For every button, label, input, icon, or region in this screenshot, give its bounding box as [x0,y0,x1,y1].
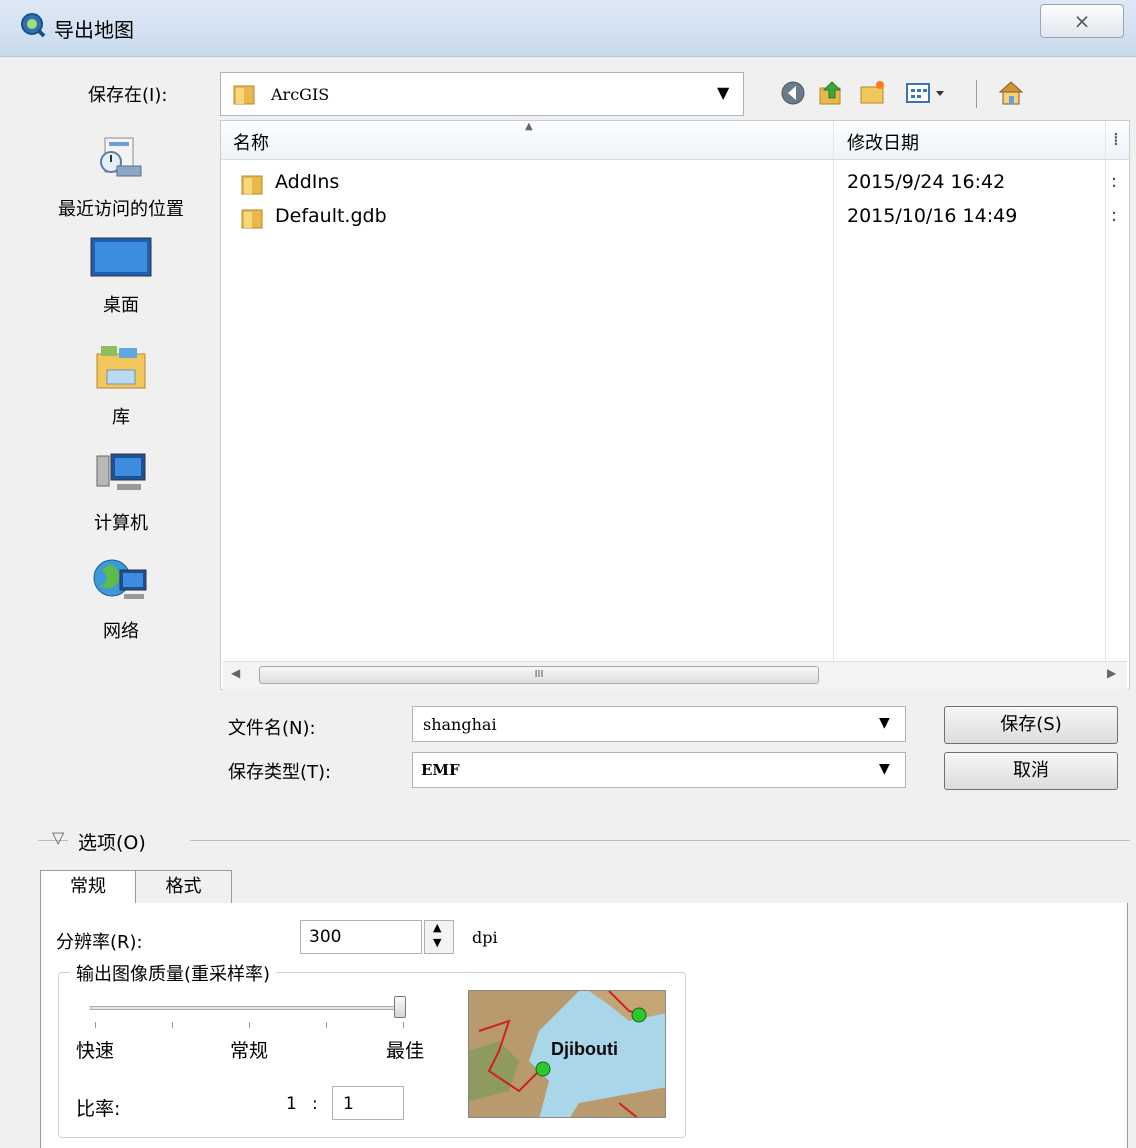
desktop-icon [90,237,152,277]
sort-arrow-icon: ▲ [525,121,533,132]
file-date: 2015/10/16 14:49 [847,205,1018,227]
map-preview: Djibouti [468,990,666,1118]
column-date-modified[interactable]: 修改日期 [847,129,919,155]
quality-mark-fast: 快速 [76,1040,115,1062]
chevron-down-icon: ▼ [879,761,890,777]
file-name: AddIns [275,171,340,193]
view-menu-icon[interactable] [904,78,950,108]
resolution-label: 分辨率(R): [56,932,143,953]
network-icon [93,559,147,599]
place-label: 网络 [103,621,139,642]
tab-format[interactable]: 格式 [136,870,232,904]
back-icon[interactable] [778,78,808,108]
divider [190,840,1130,841]
quality-group-title: 输出图像质量(重采样率) [70,960,277,986]
ratio-separator: : [312,1094,318,1114]
table-row[interactable]: AddIns 2015/9/24 16:42 : [221,169,1121,199]
filetype-dropdown[interactable]: EMF ▼ [412,752,906,788]
scroll-left-icon[interactable]: ◀ [231,666,240,680]
slider-tick [249,1022,250,1028]
filename-value: shanghai [423,715,497,734]
file-list[interactable]: 名称 ▲ 修改日期 ⁞ AddIns 2015/9/24 16:42 : Def… [220,120,1130,691]
ratio-input[interactable]: 1 [332,1086,404,1120]
chevron-down-icon[interactable]: ▼ [879,715,890,731]
ratio-left: 1 [286,1094,297,1114]
map-place-label: Djibouti [551,1039,618,1059]
toolbar-divider [976,80,977,108]
place-label: 库 [112,407,130,428]
place-libraries[interactable]: 库 [36,344,206,429]
resolution-spinner[interactable]: ▲ ▼ [424,920,454,954]
save-in-dropdown[interactable]: ArcGIS ▼ [220,72,744,116]
save-button[interactable]: 保存(S) [944,706,1118,744]
filename-field[interactable]: shanghai ▼ [412,706,906,742]
column-header: 名称 ▲ 修改日期 ⁞ [221,121,1129,160]
quality-mark-normal: 常规 [230,1040,269,1062]
filetype-value: EMF [421,761,460,779]
options-toggle[interactable]: 选项(O) [78,828,146,855]
table-row[interactable]: Default.gdb 2015/10/16 14:49 : [221,203,1121,233]
ratio-label: 比率: [76,1098,121,1120]
file-date: 2015/9/24 16:42 [847,171,1006,193]
place-computer[interactable]: 计算机 [36,452,206,535]
ratio-value: 1 [343,1094,354,1114]
slider-tick [95,1022,96,1028]
quality-mark-best: 最佳 [386,1040,425,1062]
scroll-right-icon[interactable]: ▶ [1107,666,1116,680]
place-desktop[interactable]: 桌面 [36,236,206,317]
truncated-cell: : [1111,171,1118,192]
slider-tick [326,1022,327,1028]
up-folder-icon[interactable] [816,78,846,108]
slider-tick [172,1022,173,1028]
cancel-button[interactable]: 取消 [944,752,1118,790]
folder-icon [241,175,263,195]
collapse-chevron-icon[interactable]: ▽ [52,828,64,847]
save-in-label: 保存在(I): [88,85,168,106]
place-label: 计算机 [94,513,148,534]
save-in-value: ArcGIS [271,85,330,104]
quality-slider-track[interactable] [90,1006,404,1010]
horizontal-scrollbar[interactable]: ◀ III ▶ [223,661,1127,690]
truncated-cell: : [1111,205,1118,226]
title-bar: 导出地图 ⨯ [0,0,1136,57]
computer-icon [96,453,146,490]
spin-down-icon[interactable]: ▼ [433,936,441,949]
new-folder-icon[interactable] [858,78,888,108]
app-icon [21,13,46,38]
slider-tick [403,1022,404,1028]
folder-icon [241,209,263,229]
libraries-icon [96,346,146,389]
tab-general[interactable]: 常规 [40,870,136,904]
place-label: 桌面 [103,295,139,316]
place-label: 最近访问的位置 [58,199,184,220]
resolution-unit: dpi [472,928,498,947]
filename-label: 文件名(N): [228,718,316,739]
recent-places-icon [100,137,142,177]
place-network[interactable]: 网络 [36,556,206,643]
file-name: Default.gdb [275,205,387,227]
resolution-input[interactable]: 300 [300,920,422,954]
close-button[interactable]: ⨯ [1040,4,1124,38]
resolution-value: 300 [309,927,342,947]
filetype-label: 保存类型(T): [228,762,332,783]
scrollbar-thumb[interactable]: III [259,666,819,684]
spin-up-icon[interactable]: ▲ [433,921,441,934]
window-title: 导出地图 [54,18,134,42]
quality-slider-thumb[interactable] [394,996,406,1018]
column-name[interactable]: 名称 [233,129,269,155]
home-icon[interactable] [996,78,1026,108]
place-recent[interactable]: 最近访问的位置 [36,132,206,221]
chevron-down-icon: ▼ [717,83,730,102]
folder-icon [233,85,255,105]
column-overflow-icon: ⁞ [1113,129,1119,150]
